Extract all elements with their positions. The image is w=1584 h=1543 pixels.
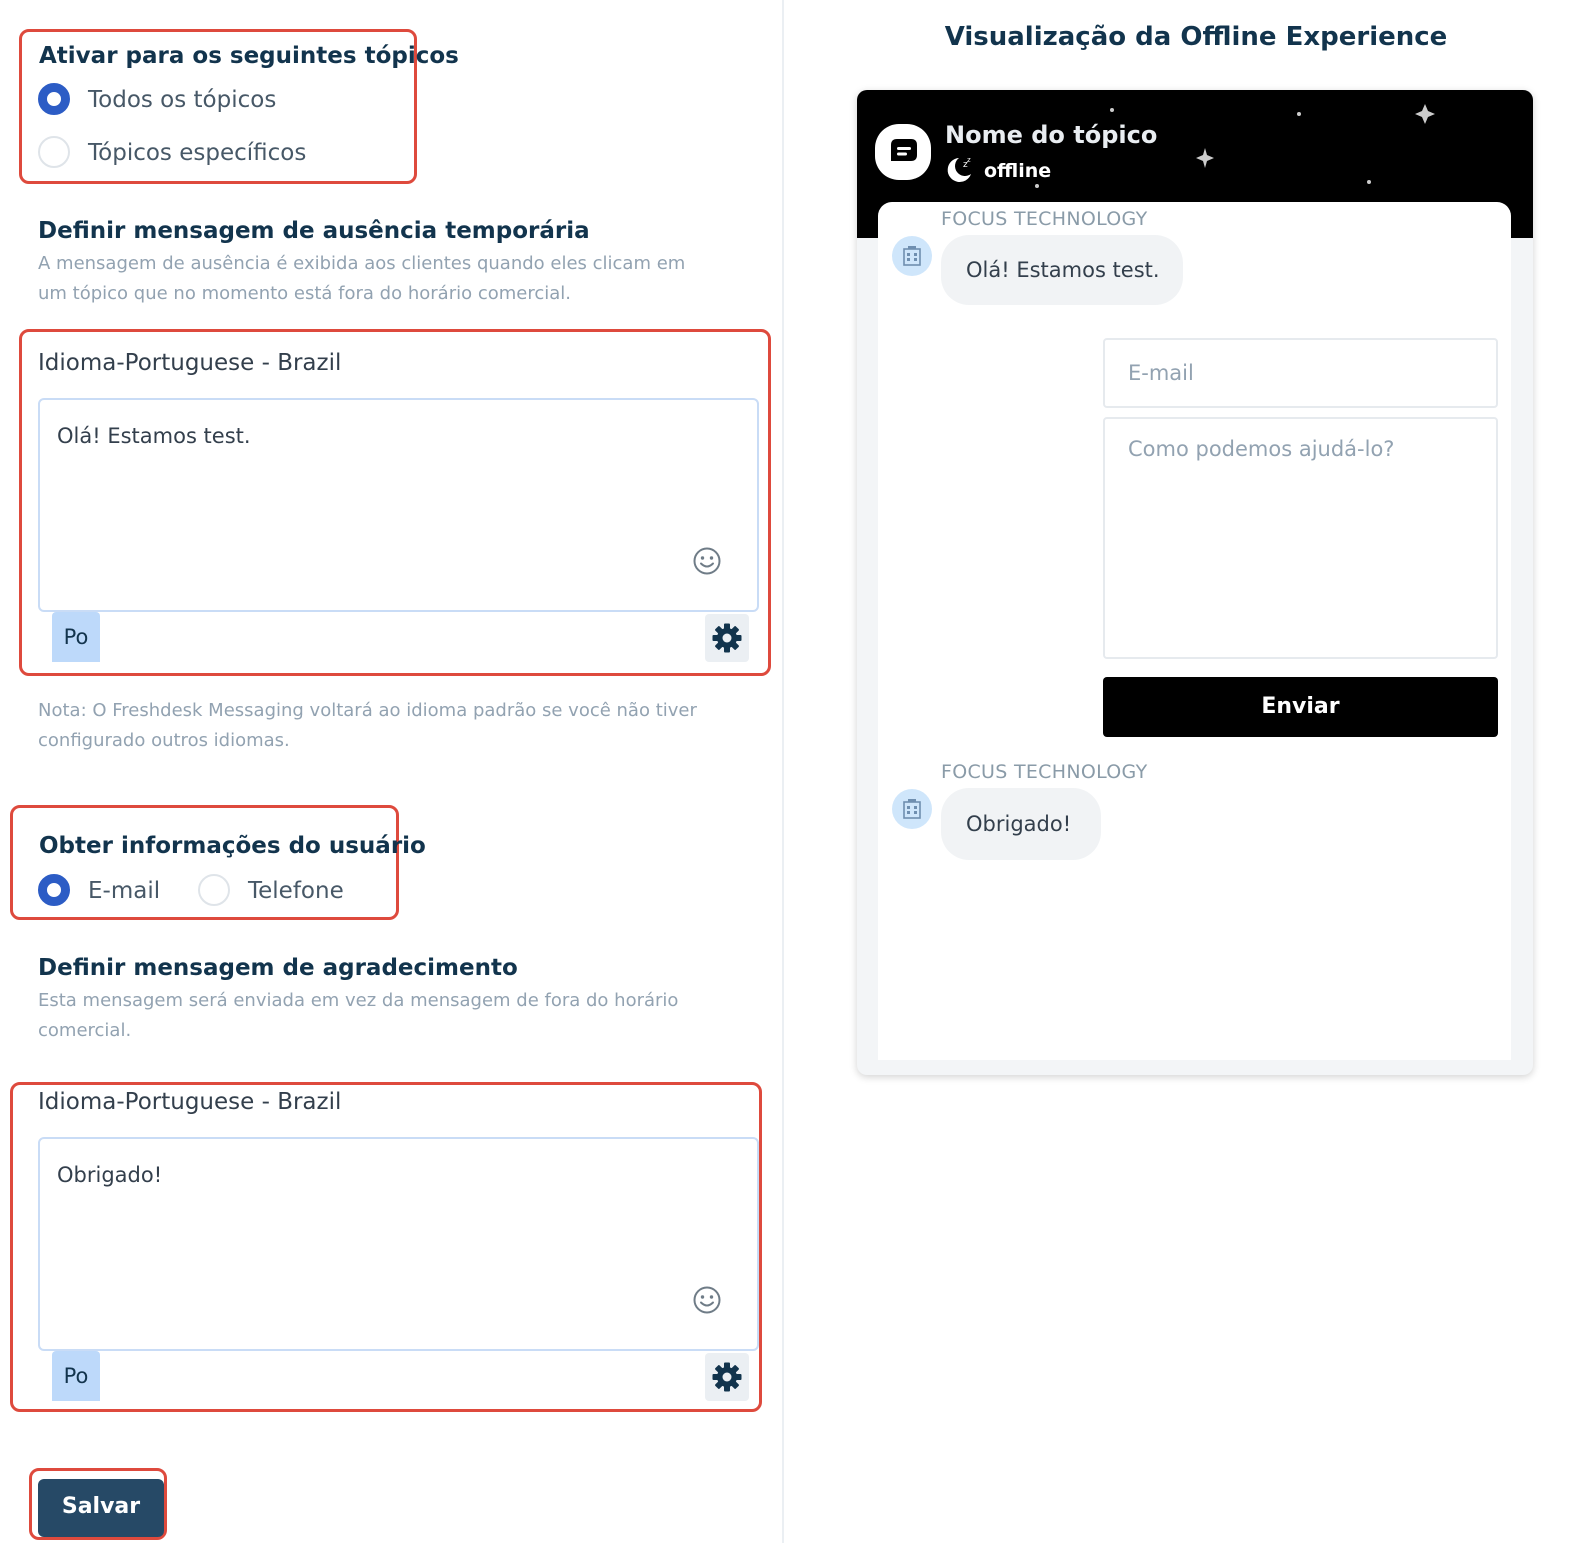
preview-help-textarea[interactable]: Como podemos ajudá-lo? xyxy=(1103,417,1498,659)
thanks-description-line2: comercial. xyxy=(38,1020,132,1041)
thanks-message-text[interactable]: Obrigado! xyxy=(57,1163,162,1187)
settings-button[interactable] xyxy=(705,614,749,662)
emoji-icon[interactable] xyxy=(692,1285,722,1315)
preview-title: Visualização da Offline Experience xyxy=(944,22,1448,52)
send-button[interactable]: Enviar xyxy=(1103,677,1498,737)
thanks-heading: Definir mensagem de agradecimento xyxy=(38,955,518,981)
building-icon xyxy=(903,799,921,819)
thanks-message-bubble: Obrigado! xyxy=(941,788,1101,860)
agent-avatar xyxy=(892,236,932,276)
radio-all-topics[interactable] xyxy=(38,83,70,115)
away-message-text[interactable]: Olá! Estamos test. xyxy=(57,424,251,448)
language-note-line1: Nota: O Freshdesk Messaging voltará ao i… xyxy=(38,700,697,721)
radio-phone[interactable] xyxy=(198,874,230,906)
preview-status: offline xyxy=(984,160,1052,182)
radio-email[interactable] xyxy=(38,874,70,906)
save-button[interactable]: Salvar xyxy=(38,1479,164,1537)
topic-logo xyxy=(875,124,931,180)
thanks-message-editor[interactable]: Obrigado! xyxy=(38,1137,759,1351)
gear-icon xyxy=(712,623,742,653)
user-info-section: Obter informações do usuário E-mail Tele… xyxy=(10,805,426,920)
chat-bubble-icon xyxy=(891,139,917,161)
agent-name: FOCUS TECHNOLOGY xyxy=(941,208,1148,230)
radio-phone-label[interactable]: Telefone xyxy=(248,878,344,904)
preview-topic-name: Nome do tópico xyxy=(945,121,1158,149)
language-note-line2: configurado outros idiomas. xyxy=(38,730,290,751)
panel-divider xyxy=(782,0,784,1543)
settings-button[interactable] xyxy=(705,1353,749,1401)
emoji-icon[interactable] xyxy=(692,546,722,576)
language-chip[interactable]: Po xyxy=(52,612,100,662)
away-message-bubble: Olá! Estamos test. xyxy=(941,235,1183,305)
preview-email-input[interactable]: E-mail xyxy=(1103,338,1498,408)
save-button-highlight: Salvar xyxy=(29,1468,167,1540)
radio-specific-topics[interactable] xyxy=(38,136,70,168)
user-info-heading: Obter informações do usuário xyxy=(39,833,426,859)
away-heading: Definir mensagem de ausência temporária xyxy=(38,218,590,244)
agent-avatar xyxy=(892,789,932,829)
gear-icon xyxy=(712,1362,742,1392)
svg-text:z: z xyxy=(967,156,971,164)
preview-chat-body: FOCUS TECHNOLOGY Olá! Estamos test. E-ma… xyxy=(878,202,1511,1060)
moon-icon: z z xyxy=(947,156,971,182)
preview-widget: Nome do tópico z z offline FOCUS TECHNOL… xyxy=(857,90,1533,1075)
thanks-editor-section: Idioma-Portuguese - Brazil Obrigado! Po xyxy=(10,1082,762,1412)
away-description-line2: um tópico que no momento está fora do ho… xyxy=(38,283,572,304)
agent-name: FOCUS TECHNOLOGY xyxy=(941,761,1148,783)
radio-email-label[interactable]: E-mail xyxy=(88,878,160,904)
thanks-language-label: Idioma-Portuguese - Brazil xyxy=(38,1089,342,1115)
language-chip[interactable]: Po xyxy=(52,1351,100,1401)
away-message-editor[interactable]: Olá! Estamos test. xyxy=(38,398,759,612)
radio-all-topics-label[interactable]: Todos os tópicos xyxy=(88,87,276,113)
away-language-label: Idioma-Portuguese - Brazil xyxy=(38,350,342,376)
away-description-line1: A mensagem de ausência é exibida aos cli… xyxy=(38,253,686,274)
building-icon xyxy=(903,246,921,266)
radio-specific-topics-label[interactable]: Tópicos específicos xyxy=(88,140,306,166)
topics-section: Ativar para os seguintes tópicos Todos o… xyxy=(19,29,459,184)
thanks-description-line1: Esta mensagem será enviada em vez da men… xyxy=(38,990,679,1011)
away-editor-section: Idioma-Portuguese - Brazil Olá! Estamos … xyxy=(19,329,771,676)
topics-heading: Ativar para os seguintes tópicos xyxy=(39,43,459,69)
